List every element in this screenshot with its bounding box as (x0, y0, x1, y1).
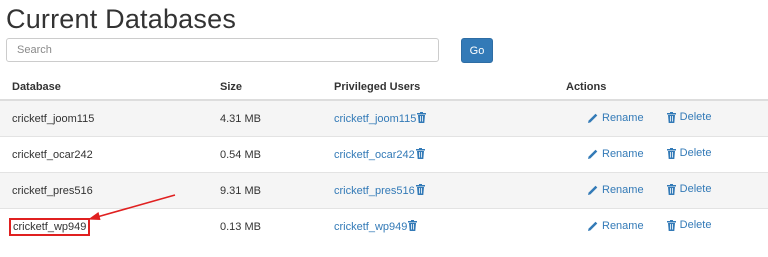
database-name-highlighted: cricketf_wp949 (8, 217, 91, 236)
rename-label: Rename (602, 219, 644, 232)
size-cell: 0.13 MB (220, 208, 334, 244)
trash-icon (666, 147, 676, 159)
rename-button[interactable]: Rename (588, 148, 644, 160)
size-cell: 0.54 MB (220, 136, 334, 173)
pencil-icon (588, 149, 598, 159)
column-header-actions: Actions (566, 75, 768, 101)
delete-button[interactable]: Delete (666, 219, 712, 232)
privileged-users-cell: cricketf_pres516 (334, 172, 566, 209)
delete-button[interactable]: Delete (666, 147, 712, 160)
size-cell: 4.31 MB (220, 99, 334, 137)
search-input[interactable] (6, 38, 439, 62)
remove-user-trash-icon[interactable] (415, 147, 425, 162)
rename-label: Rename (602, 111, 644, 124)
column-header-privileged-users[interactable]: Privileged Users (334, 75, 566, 101)
privileged-user-link[interactable]: cricketf_ocar242 (334, 149, 415, 161)
remove-user-trash-icon[interactable] (417, 111, 427, 126)
delete-button[interactable]: Delete (666, 183, 712, 196)
size-cell: 9.31 MB (220, 172, 334, 209)
go-button[interactable]: Go (461, 38, 493, 63)
rename-label: Rename (602, 147, 644, 160)
delete-label: Delete (679, 219, 712, 232)
delete-label: Delete (679, 111, 712, 124)
table-row: cricketf_ocar242 0.54 MB cricketf_ocar24… (0, 136, 768, 173)
remove-user-trash-icon[interactable] (415, 183, 425, 198)
table-row: cricketf_joom115 4.31 MB cricketf_joom11… (0, 99, 768, 137)
database-name: cricketf_joom115 (12, 112, 95, 125)
privileged-users-cell: cricketf_joom115 (334, 99, 566, 137)
delete-button[interactable]: Delete (666, 111, 712, 124)
trash-icon (666, 111, 676, 123)
privileged-users-cell: cricketf_wp949 (334, 208, 566, 244)
table-header-row: Database Size Privileged Users Actions (0, 75, 768, 101)
trash-icon (666, 219, 676, 231)
column-header-database[interactable]: Database (0, 75, 220, 101)
privileged-users-cell: cricketf_ocar242 (334, 136, 566, 173)
rename-button[interactable]: Rename (588, 220, 644, 232)
delete-label: Delete (679, 183, 712, 196)
rename-label: Rename (602, 183, 644, 196)
database-name-cell: cricketf_ocar242 (0, 136, 220, 173)
pencil-icon (588, 113, 598, 123)
remove-user-trash-icon[interactable] (408, 219, 418, 234)
privileged-user-link[interactable]: cricketf_joom115 (334, 113, 416, 125)
database-name: cricketf_ocar242 (12, 148, 93, 161)
actions-cell: Rename Delete (566, 136, 768, 173)
privileged-user-link[interactable]: cricketf_wp949 (334, 221, 407, 233)
delete-label: Delete (679, 147, 712, 160)
trash-icon (666, 183, 676, 195)
page-title: Current Databases (6, 4, 237, 34)
rename-button[interactable]: Rename (588, 112, 644, 124)
database-name: cricketf_pres516 (12, 184, 93, 197)
column-header-size[interactable]: Size (220, 75, 334, 101)
privileged-user-link[interactable]: cricketf_pres516 (334, 185, 415, 197)
actions-cell: Rename Delete (566, 208, 768, 244)
actions-cell: Rename Delete (566, 99, 768, 137)
arrow-annotation (88, 194, 176, 220)
pencil-icon (588, 221, 598, 231)
rename-button[interactable]: Rename (588, 184, 644, 196)
pencil-icon (588, 185, 598, 195)
database-name-cell: cricketf_joom115 (0, 99, 220, 137)
actions-cell: Rename Delete (566, 172, 768, 209)
